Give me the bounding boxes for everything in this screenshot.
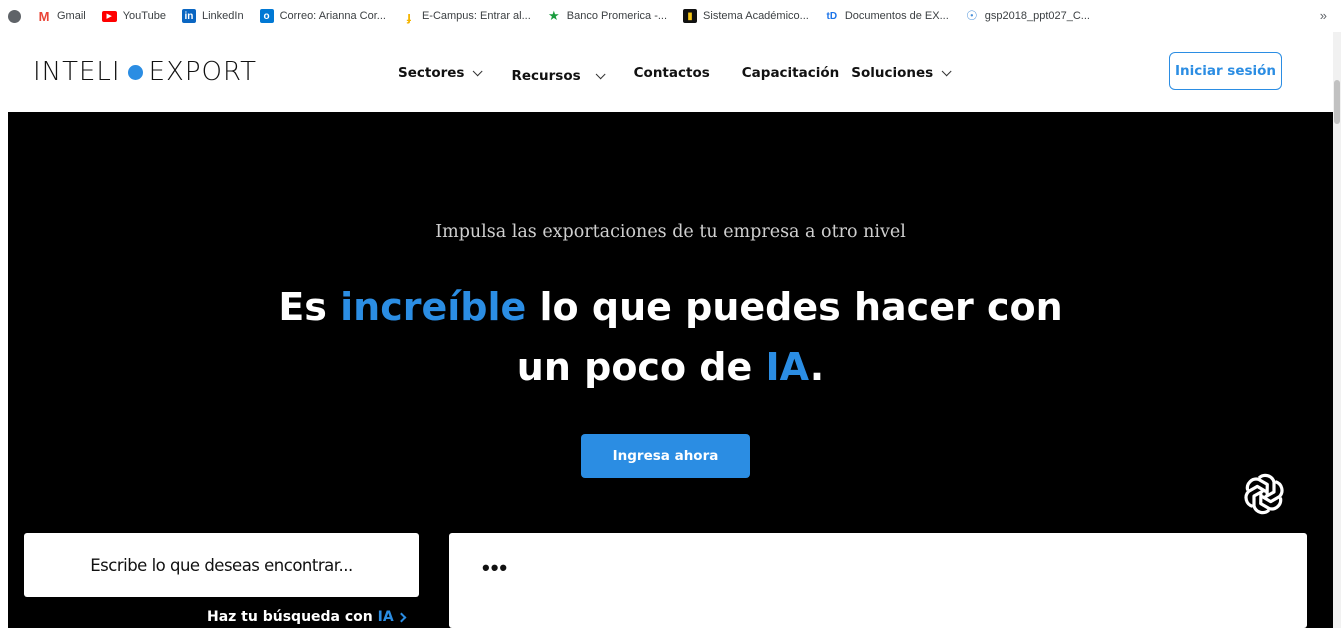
bookmark-promerica[interactable]: ★ Banco Promerica -... xyxy=(547,8,668,23)
bookmark-sistema[interactable]: ▮ Sistema Académico... xyxy=(683,9,809,23)
ai-result-panel: ••• xyxy=(449,533,1307,628)
nav-label: Sectores xyxy=(398,65,465,81)
bookmark-label: Sistema Académico... xyxy=(703,10,809,22)
bookmark-label: Banco Promerica -... xyxy=(566,10,668,22)
hero-section: Impulsa las exportaciones de tu empresa … xyxy=(8,112,1333,628)
scrollbar-thumb[interactable] xyxy=(1334,80,1340,124)
bookmark-gsp[interactable]: ☉ gsp2018_ppt027_C... xyxy=(965,8,1090,23)
globe-icon xyxy=(8,9,21,23)
ecampus-icon: ɟ xyxy=(406,8,412,24)
headline-accent: increíble xyxy=(340,285,527,329)
bookmark-ecampus[interactable]: ɟ E-Campus: Entrar al... xyxy=(402,8,531,24)
bookmark-label: Correo: Arianna Cor... xyxy=(279,10,386,22)
bookmark-label: LinkedIn xyxy=(201,10,244,22)
headline-part: lo que puedes hacer con xyxy=(526,285,1063,329)
hero-kicker: Impulsa las exportaciones de tu empresa … xyxy=(435,222,906,242)
bookmark-label: Gmail xyxy=(57,10,86,22)
logo-text-right: EXPORT xyxy=(148,57,258,87)
ai-search-link[interactable]: Haz tu búsqueda con IA xyxy=(207,609,407,625)
nav-item-contactos[interactable]: Contactos xyxy=(634,65,710,81)
site-logo[interactable]: INTELI EXPORT xyxy=(33,57,257,87)
chevron-down-icon xyxy=(473,65,484,76)
un-icon: ☉ xyxy=(965,8,978,23)
bookmark-gmail[interactable]: M Gmail xyxy=(37,8,86,24)
sistema-icon: ▮ xyxy=(683,9,698,23)
page-scrollbar[interactable] xyxy=(1333,32,1341,628)
nav-item-sectores[interactable]: Sectores xyxy=(398,65,484,81)
nav-item-capacitacion[interactable]: Capacitación xyxy=(742,65,840,81)
site-header: INTELI EXPORT Sectores Recursos Contacto… xyxy=(0,32,1341,112)
bookmark-outlook[interactable]: o Correo: Arianna Cor... xyxy=(259,9,386,23)
bookmark-label: Documentos de EX... xyxy=(844,10,949,22)
headline-accent: IA xyxy=(765,345,810,389)
star-icon: ★ xyxy=(547,8,560,23)
bookmarks-bar: M Gmail ▶ YouTube in LinkedIn o Correo: … xyxy=(0,0,1341,32)
main-nav: Sectores Recursos Contactos Capacitación… xyxy=(398,62,980,84)
nav-label: Capacitación xyxy=(741,65,840,81)
chevron-right-icon xyxy=(396,612,407,622)
gmail-icon: M xyxy=(38,8,50,24)
nav-label: Recursos xyxy=(511,68,581,84)
logo-dot-icon xyxy=(127,64,143,80)
linkedin-icon: in xyxy=(181,9,196,23)
login-button[interactable]: Iniciar sesión xyxy=(1169,52,1282,90)
bookmark-globe[interactable] xyxy=(8,9,21,23)
bookmark-youtube[interactable]: ▶ YouTube xyxy=(101,10,166,22)
search-input[interactable]: Escribe lo que deseas encontrar... xyxy=(24,533,419,597)
nav-label: Soluciones xyxy=(851,65,934,81)
outlook-icon: o xyxy=(259,9,274,23)
logo-text-left: INTELI xyxy=(33,57,121,87)
nav-item-recursos[interactable]: Recursos xyxy=(511,68,606,84)
youtube-icon: ▶ xyxy=(101,10,117,22)
chevron-down-icon xyxy=(595,68,606,79)
nav-label: Contactos xyxy=(633,65,710,81)
bookmarks-more-icon[interactable]: » xyxy=(1320,8,1327,23)
bookmark-label: gsp2018_ppt027_C... xyxy=(984,10,1090,22)
openai-icon[interactable] xyxy=(1240,470,1288,518)
ingresa-ahora-button[interactable]: Ingresa ahora xyxy=(581,434,750,478)
ai-search-accent: IA xyxy=(377,609,394,625)
bookmark-label: E-Campus: Entrar al... xyxy=(421,10,531,22)
loading-dots: ••• xyxy=(482,555,509,580)
td-icon: tD xyxy=(826,10,838,22)
headline-part: Es xyxy=(278,285,341,329)
hero-headline: Es increíble lo que puedes hacer con un … xyxy=(8,277,1333,397)
ai-search-label: Haz tu búsqueda con xyxy=(207,609,373,625)
headline-part: . xyxy=(809,345,825,389)
bookmark-label: YouTube xyxy=(122,10,166,22)
chevron-down-icon xyxy=(941,65,952,76)
bookmark-documentos[interactable]: tD Documentos de EX... xyxy=(825,9,949,23)
nav-item-soluciones[interactable]: Soluciones xyxy=(851,65,952,81)
bookmark-linkedin[interactable]: in LinkedIn xyxy=(181,9,244,23)
headline-part: un poco de xyxy=(516,345,766,389)
